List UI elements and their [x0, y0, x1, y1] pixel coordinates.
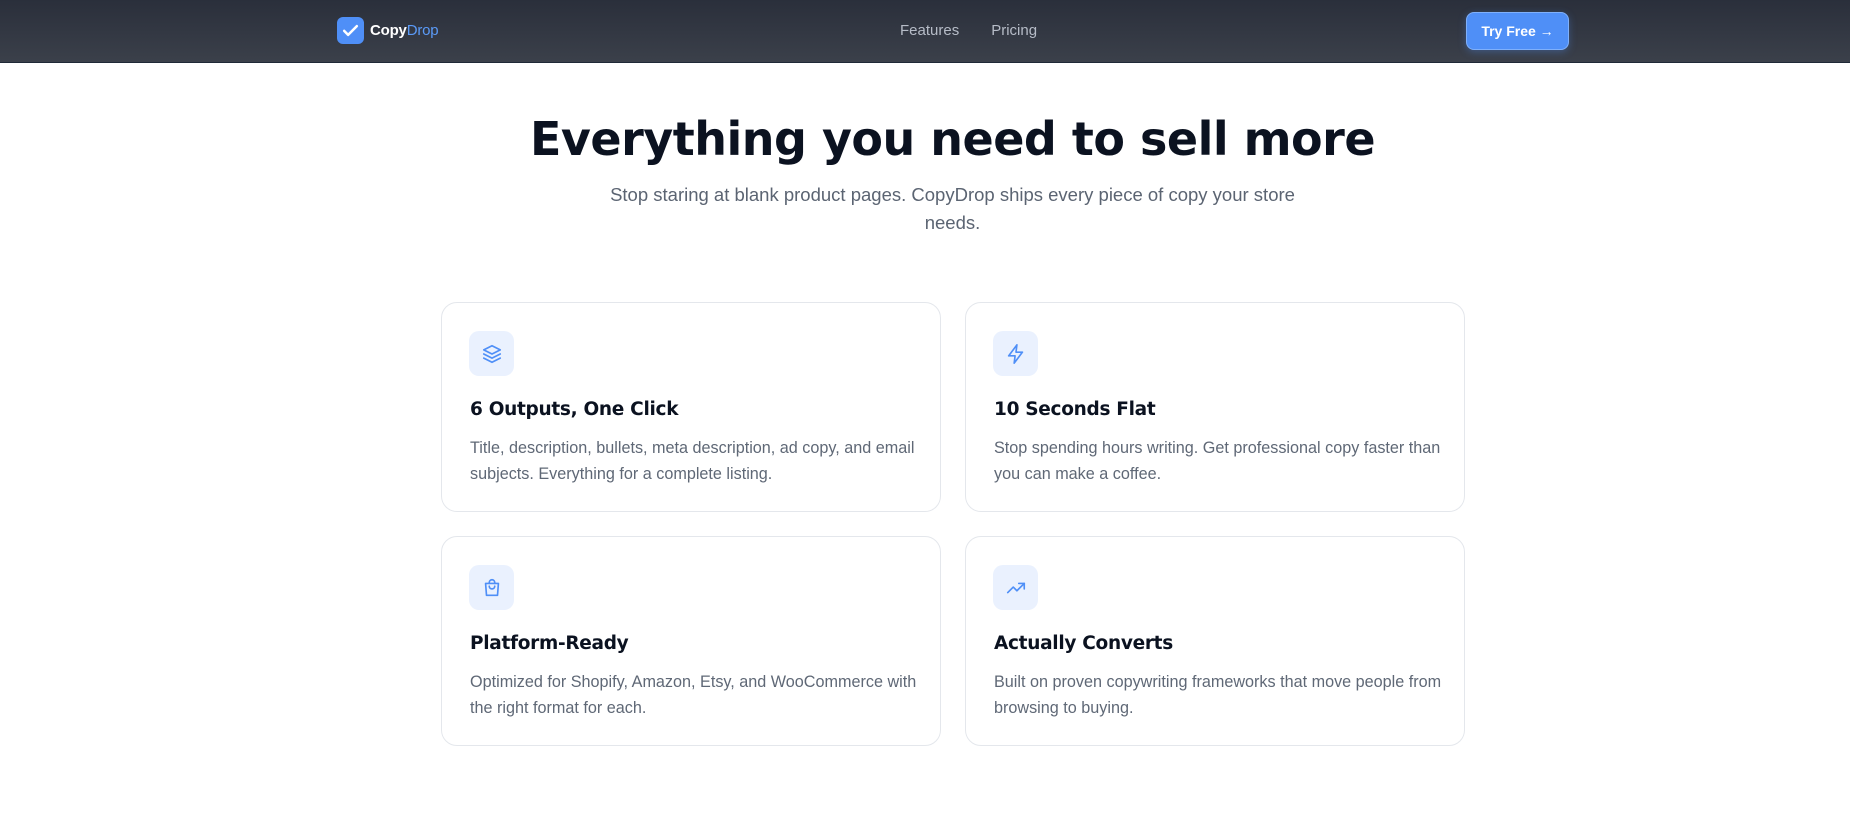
feature-card-converts: Actually Converts Built on proven copywr… — [965, 536, 1465, 746]
nav-link-pricing[interactable]: Pricing — [991, 22, 1037, 39]
page-subtitle: Stop staring at blank product pages. Cop… — [610, 184, 1295, 233]
feature-description: Stop spending hours writing. Get profess… — [994, 439, 1441, 483]
feature-description: Optimized for Shopify, Amazon, Etsy, and… — [470, 673, 917, 717]
nav-link-features[interactable]: Features — [900, 22, 959, 39]
feature-title: Actually Converts — [994, 633, 1173, 654]
brand-name: CopyDrop — [370, 21, 439, 39]
try-free-button[interactable]: Try Free → — [1466, 12, 1569, 50]
nav-links: Features Pricing — [900, 22, 1037, 39]
brand-logo-link[interactable]: CopyDrop — [337, 16, 439, 44]
trending-up-icon — [993, 565, 1038, 610]
feature-description: Title, description, bullets, meta descri… — [470, 439, 915, 483]
layers-icon — [469, 331, 514, 376]
lightning-icon — [993, 331, 1038, 376]
checkmark-logo-icon — [337, 16, 364, 44]
brand-name-part2: Drop — [406, 21, 439, 39]
feature-title: Platform-Ready — [470, 633, 629, 654]
page-title: Everything you need to sell more — [529, 112, 1376, 166]
feature-card-outputs: 6 Outputs, One Click Title, description,… — [441, 302, 941, 512]
top-navbar: CopyDrop Features Pricing Try Free → — [0, 0, 1850, 63]
brand-name-part1: Copy — [370, 21, 407, 39]
shopping-bag-icon — [469, 565, 514, 610]
feature-card-platform: Platform-Ready Optimized for Shopify, Am… — [441, 536, 941, 746]
feature-title: 6 Outputs, One Click — [470, 399, 679, 420]
feature-description: Built on proven copywriting frameworks t… — [994, 673, 1442, 717]
feature-card-speed: 10 Seconds Flat Stop spending hours writ… — [965, 302, 1465, 512]
feature-title: 10 Seconds Flat — [994, 399, 1156, 420]
